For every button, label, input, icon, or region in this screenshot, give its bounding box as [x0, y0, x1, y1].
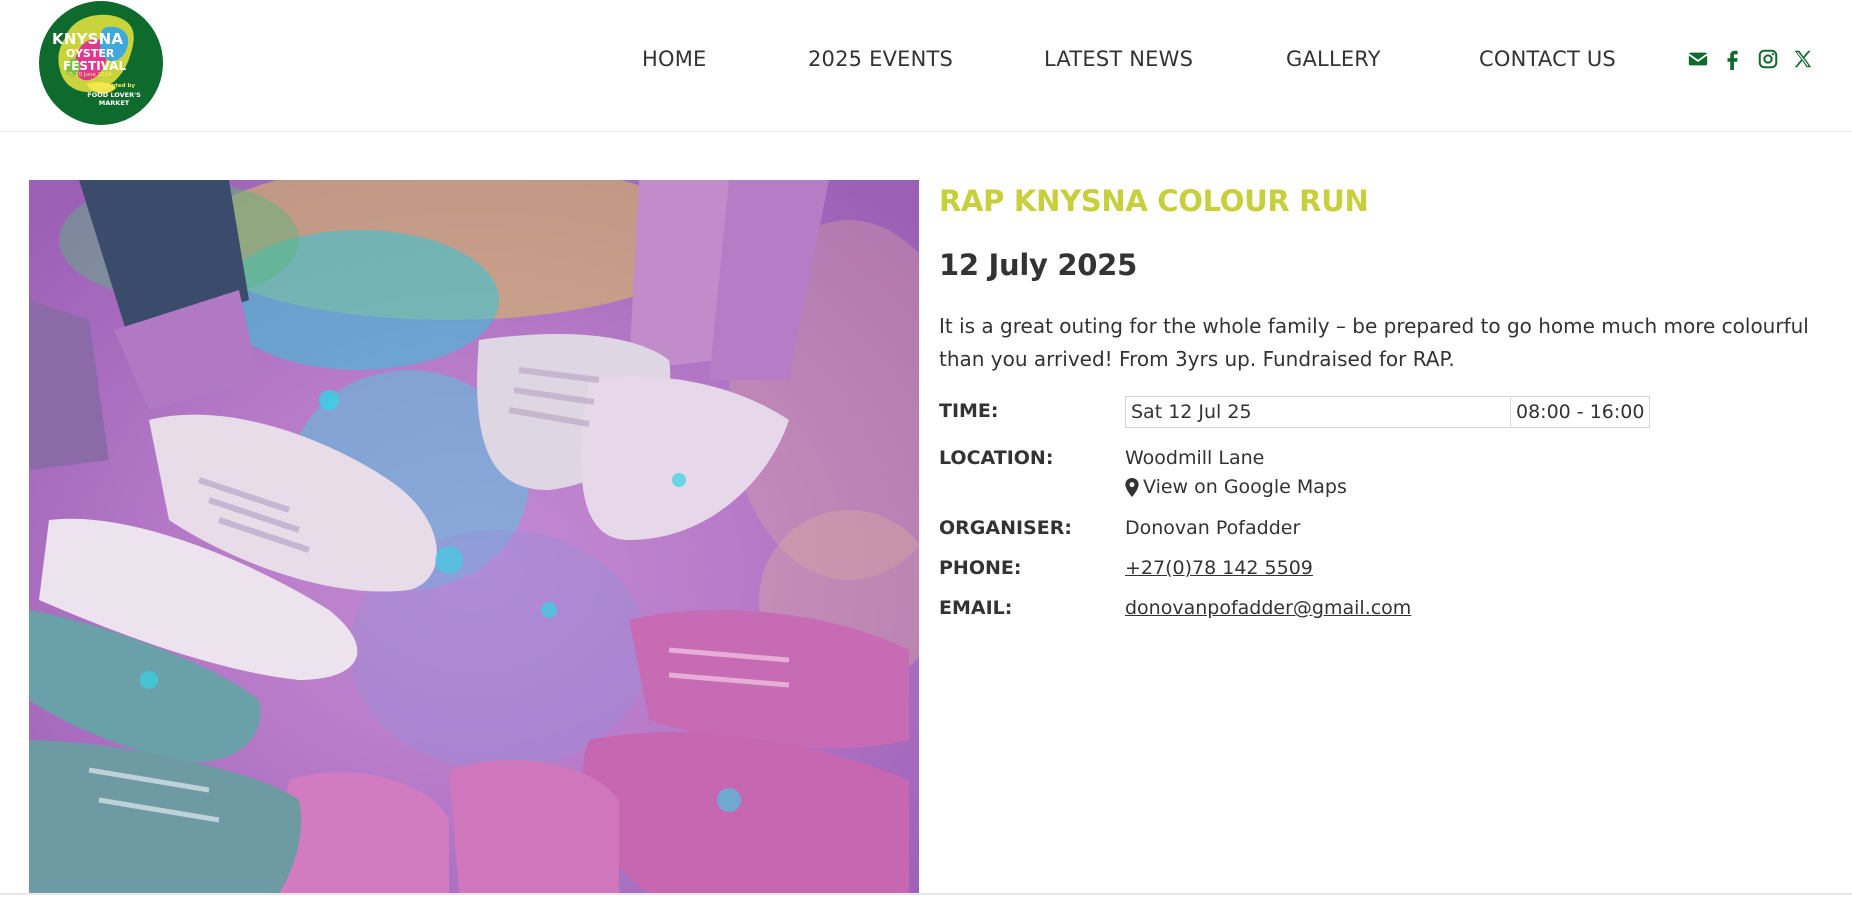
time-hours-cell: 08:00 - 16:00: [1509, 396, 1651, 428]
maps-link-row: View on Google Maps: [1125, 476, 1347, 502]
google-maps-link-label: View on Google Maps: [1143, 476, 1347, 498]
location-value: Woodmill Lane: [1125, 447, 1265, 469]
event-photo: [29, 180, 919, 893]
colour-run-sneakers-image: [29, 180, 919, 893]
instagram-icon[interactable]: [1757, 48, 1781, 72]
time-day-cell: Sat 12 Jul 25: [1125, 396, 1511, 428]
location-label: LOCATION:: [939, 447, 1054, 469]
time-table: Sat 12 Jul 25 08:00 - 16:00: [1125, 396, 1651, 428]
phone-value-row: +27(0)78 142 5509: [1125, 557, 1313, 579]
site-header: KNYSNA OYSTER FESTIVAL 26-30 June 2024 p…: [0, 0, 1852, 132]
logo-graphic: [39, 1, 163, 125]
nav-contact-us[interactable]: CONTACT US: [1479, 47, 1616, 71]
nav-home[interactable]: HOME: [642, 47, 707, 71]
google-maps-link[interactable]: View on Google Maps: [1125, 476, 1347, 498]
email-link[interactable]: donovanpofadder@gmail.com: [1125, 597, 1411, 619]
time-label: TIME:: [939, 400, 999, 422]
page-divider: [0, 893, 1852, 895]
event-description: It is a great outing for the whole famil…: [939, 314, 1809, 371]
organiser-label: ORGANISER:: [939, 517, 1072, 539]
phone-label: PHONE:: [939, 557, 1022, 579]
nav-latest-news[interactable]: LATEST NEWS: [1044, 47, 1193, 71]
map-marker-icon: [1125, 477, 1139, 497]
email-value-row: donovanpofadder@gmail.com: [1125, 597, 1411, 619]
x-twitter-icon[interactable]: [1792, 48, 1816, 72]
nav-gallery[interactable]: GALLERY: [1286, 47, 1381, 71]
event-date: 12 July 2025: [939, 248, 1137, 282]
email-label: EMAIL:: [939, 597, 1013, 619]
facebook-icon[interactable]: [1722, 48, 1746, 72]
phone-link[interactable]: +27(0)78 142 5509: [1125, 557, 1313, 579]
organiser-value: Donovan Pofadder: [1125, 517, 1301, 539]
nav-2025-events[interactable]: 2025 EVENTS: [808, 47, 953, 71]
festival-logo[interactable]: KNYSNA OYSTER FESTIVAL 26-30 June 2024 p…: [38, 0, 164, 126]
envelope-icon[interactable]: [1687, 48, 1711, 72]
event-title: RAP KNYSNA COLOUR RUN: [939, 184, 1369, 218]
